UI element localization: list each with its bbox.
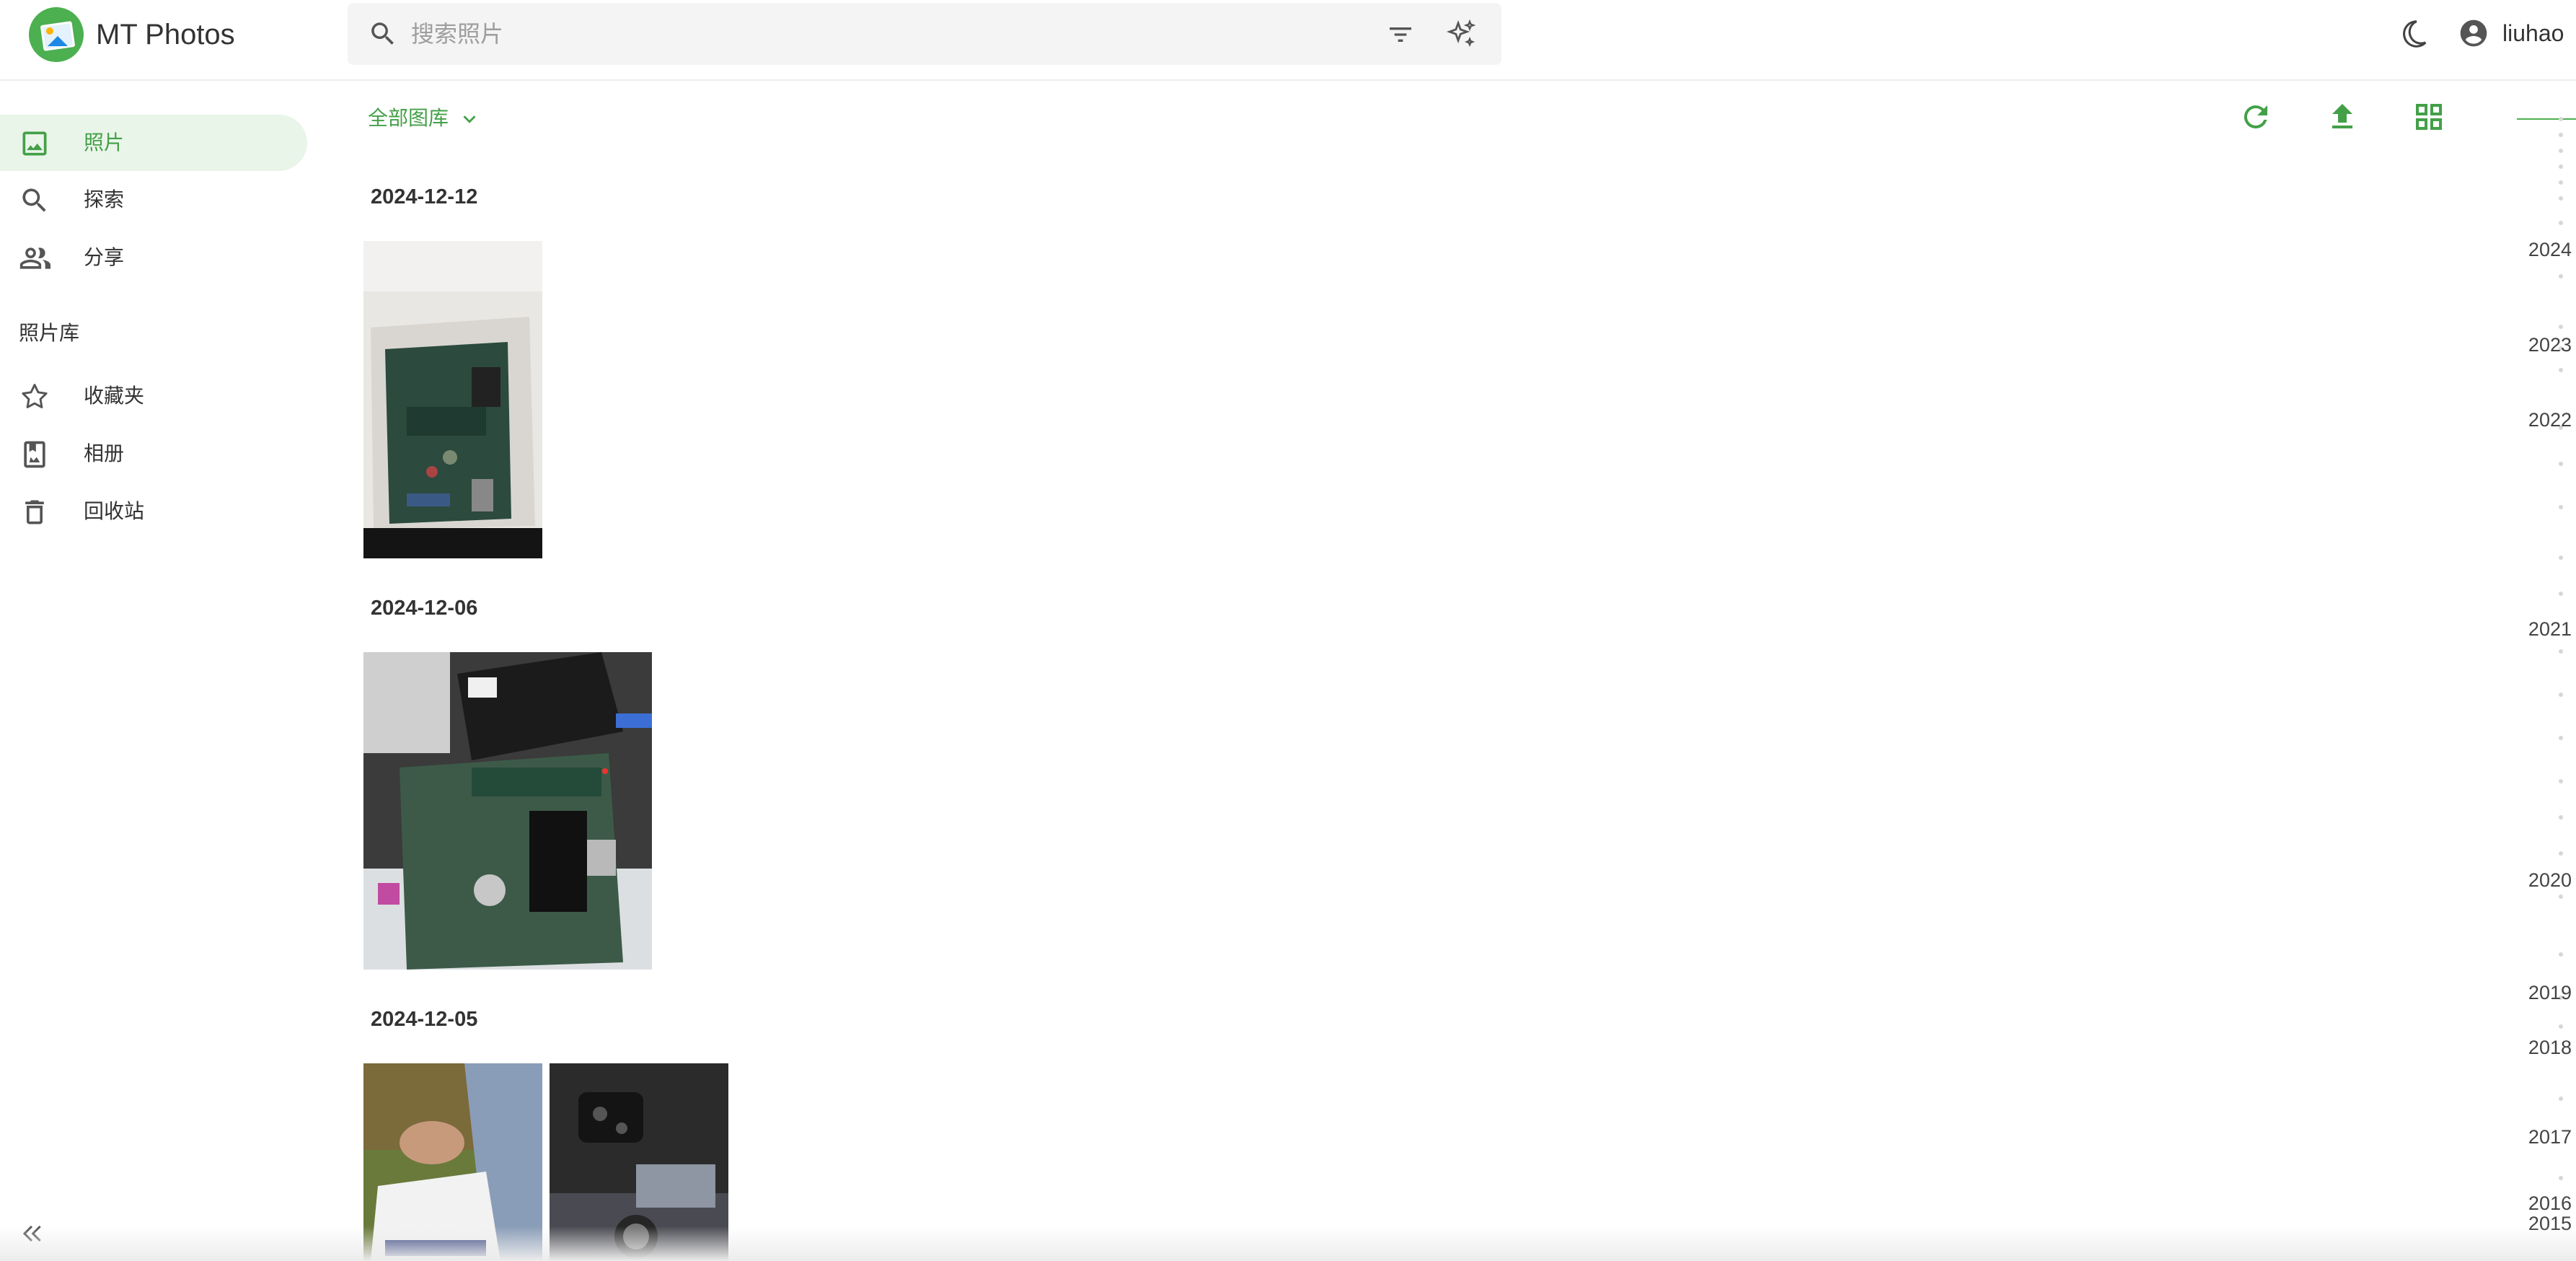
timeline-year[interactable]: 2024: [2528, 238, 2572, 261]
sidebar-item-label: 收藏夹: [84, 385, 145, 407]
timeline-year[interactable]: 2017: [2528, 1125, 2572, 1148]
sidebar-item-photos[interactable]: 照片: [0, 115, 307, 171]
search-icon: [22, 188, 46, 212]
sidebar-item-explore[interactable]: 探索: [0, 172, 307, 228]
search-icon: [371, 22, 394, 45]
grid-view-icon[interactable]: [2412, 100, 2446, 134]
library-select-label: 全部图库: [368, 107, 449, 129]
date-heading: 2024-12-05: [371, 1008, 478, 1031]
date-heading: 2024-12-12: [371, 185, 478, 208]
timeline-year[interactable]: 2020: [2528, 869, 2572, 892]
search-bar[interactable]: 搜索照片: [348, 3, 1501, 65]
timeline-year[interactable]: 2023: [2528, 333, 2572, 356]
timeline-scrubber[interactable]: 2024 2023 2022 2021 2020 2019 2018 2017 …: [2517, 87, 2576, 1261]
people-icon: [19, 247, 50, 269]
star-icon: [22, 384, 48, 408]
sparkle-icon[interactable]: [1444, 17, 1478, 52]
photo-thumbnail[interactable]: [363, 652, 652, 970]
timeline-year[interactable]: 2021: [2528, 618, 2572, 641]
refresh-icon[interactable]: [2238, 100, 2273, 134]
sidebar-item-label: 相册: [84, 442, 125, 465]
timeline-year[interactable]: 2022: [2528, 408, 2572, 431]
app-logo[interactable]: [29, 7, 84, 62]
timeline-position-indicator[interactable]: [2517, 118, 2576, 120]
account-icon[interactable]: [2458, 17, 2489, 49]
filter-icon[interactable]: [1386, 20, 1415, 49]
timeline-year[interactable]: 2018: [2528, 1036, 2572, 1059]
app-title: MT Photos: [96, 19, 235, 50]
timeline-year[interactable]: 2019: [2528, 981, 2572, 1004]
sidebar-item-label: 探索: [84, 188, 125, 211]
sidebar-item-label: 回收站: [84, 500, 145, 522]
sidebar-item-albums[interactable]: 相册: [0, 426, 307, 482]
album-icon: [24, 441, 45, 468]
sidebar-item-trash[interactable]: 回收站: [0, 483, 307, 540]
search-input[interactable]: 搜索照片: [411, 19, 503, 49]
date-heading: 2024-12-06: [371, 597, 478, 620]
sidebar-item-favorites[interactable]: 收藏夹: [0, 368, 307, 424]
sidebar-item-share[interactable]: 分享: [0, 229, 307, 286]
photo-thumbnail[interactable]: [363, 241, 542, 558]
upload-icon[interactable]: [2325, 100, 2360, 134]
trash-icon: [25, 500, 44, 524]
username[interactable]: liuhao: [2502, 17, 2564, 49]
library-select[interactable]: 全部图库: [368, 104, 480, 133]
chevron-down-icon: [463, 115, 476, 123]
dark-mode-icon[interactable]: [2397, 17, 2430, 50]
sidebar-item-label: 照片: [84, 131, 125, 154]
sidebar-item-label: 分享: [84, 246, 125, 268]
image-icon: [22, 131, 47, 156]
section-title-library: 照片库: [19, 322, 80, 344]
app-header: MT Photos 搜索照片 liuhao: [0, 0, 2576, 81]
bottom-scroll-shadow: [0, 1226, 2576, 1261]
